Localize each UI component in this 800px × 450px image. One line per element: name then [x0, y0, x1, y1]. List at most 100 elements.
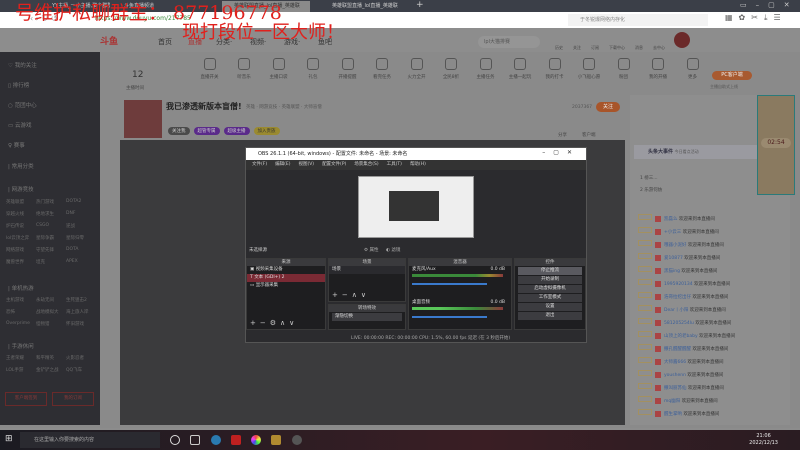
- source-item[interactable]: ▣ 视频采集设备: [247, 266, 325, 274]
- game-category-link[interactable]: 守望先锋: [36, 247, 66, 253]
- badge[interactable]: 超管专属: [193, 127, 220, 135]
- game-category-link[interactable]: QQ飞车: [66, 367, 96, 373]
- browser-search-input[interactable]: 于冬锐爆网络内存化: [568, 14, 708, 26]
- sidebar-item-cloud-game[interactable]: ▭ 云游戏: [8, 121, 31, 129]
- game-category-link[interactable]: 生死狙击2: [66, 297, 96, 303]
- windows-start-icon[interactable]: ⊞: [5, 434, 13, 444]
- stop-streaming-button[interactable]: 停止推流: [518, 267, 582, 275]
- game-category-link[interactable]: 绝地求生: [36, 211, 66, 217]
- user-avatar[interactable]: [674, 32, 690, 48]
- client-link[interactable]: 客户端: [582, 132, 596, 138]
- download-link[interactable]: 下载中心: [609, 45, 625, 51]
- properties-button[interactable]: ⚙ 属性: [364, 247, 378, 253]
- chat-username[interactable]: 黑猫ing: [664, 269, 680, 274]
- follow-link[interactable]: 关注: [573, 45, 581, 51]
- menu-file[interactable]: 文件(F): [252, 162, 267, 167]
- game-category-link[interactable]: 怀旧游戏: [66, 321, 96, 327]
- chat-username[interactable]: Dear丨小阳: [664, 308, 688, 313]
- virtual-camera-button[interactable]: 启动虚拟摄像机: [518, 285, 582, 293]
- settings-button[interactable]: 设置: [518, 303, 582, 311]
- sidebar-item-fans[interactable]: ○ 范团中心: [8, 101, 37, 109]
- menu-scene-collection[interactable]: 场景集合(S): [354, 162, 378, 167]
- transition-select[interactable]: 渐隐切换: [332, 313, 402, 321]
- window-controls[interactable]: ▭–▢✕: [740, 1, 799, 9]
- menu-help[interactable]: 帮助(H): [410, 162, 426, 167]
- obs-preview[interactable]: [358, 176, 474, 238]
- game-category-link[interactable]: CSGO: [36, 223, 66, 229]
- chat-username[interactable]: 1995920134: [664, 282, 693, 287]
- game-category-link[interactable]: 坦克: [36, 259, 66, 265]
- start-recording-button[interactable]: 开始录制: [518, 276, 582, 284]
- game-category-link[interactable]: 火影忍者: [66, 355, 96, 361]
- nav-home[interactable]: 首页: [158, 37, 172, 47]
- message-link[interactable]: 消息: [635, 45, 643, 51]
- badge[interactable]: 关注我: [168, 127, 190, 135]
- volume-slider[interactable]: [412, 283, 487, 285]
- studio-mode-button[interactable]: 工作室模式: [518, 294, 582, 302]
- game-category-link[interactable]: 魔兽世界: [6, 259, 36, 265]
- app-icon[interactable]: [211, 435, 221, 445]
- new-tab-icon[interactable]: +: [416, 0, 424, 10]
- chat-username[interactable]: youshenn: [664, 373, 686, 378]
- app-icon[interactable]: [271, 435, 281, 445]
- game-category-link[interactable]: LOL手游: [6, 367, 36, 373]
- chat-username[interactable]: 哦器小泥好: [664, 243, 687, 248]
- game-category-link[interactable]: DOTA2: [66, 199, 96, 205]
- badge[interactable]: 加入贵族: [253, 127, 280, 135]
- game-category-link[interactable]: DOTA: [66, 247, 96, 253]
- share-link[interactable]: 分享: [558, 132, 567, 138]
- game-category-link[interactable]: 金铲铲之战: [36, 367, 66, 373]
- chat-username[interactable]: +小云三: [664, 230, 681, 235]
- chrome-icon[interactable]: [251, 435, 261, 445]
- chat-username[interactable]: 浩哥拉挖出仔: [664, 295, 691, 300]
- menu-edit[interactable]: 编辑(E): [275, 162, 290, 167]
- game-category-link[interactable]: DNF: [66, 211, 96, 217]
- chat-username[interactable]: 醒生掌哟: [664, 412, 682, 417]
- chat-username[interactable]: 撒叫丽苏仙: [664, 386, 687, 391]
- chat-username[interactable]: 凯磊么: [664, 217, 678, 222]
- header-icons[interactable]: 历史 关注 订阅 下载中心 消息 去中心: [555, 45, 665, 51]
- browser-tab[interactable]: 英雄联盟直播_lol直播_英雄联: [320, 1, 408, 12]
- streamer-avatar[interactable]: [124, 100, 162, 138]
- obs-window-controls[interactable]: –▢✕: [542, 149, 580, 156]
- game-category-link[interactable]: Overprime: [6, 321, 36, 327]
- subscription-button[interactable]: 我的订阅: [52, 392, 94, 406]
- source-item-selected[interactable]: T 文本 (GDI+) 2: [247, 274, 325, 282]
- game-category-link[interactable]: 主机游戏: [6, 297, 36, 303]
- badge[interactable]: 超级主播: [223, 127, 250, 135]
- game-category-link[interactable]: lol云顶之弈: [6, 235, 36, 241]
- game-category-link[interactable]: 恐怖: [6, 309, 36, 315]
- chat-username[interactable]: 山顶上的老baby: [664, 334, 698, 339]
- app-icon[interactable]: [231, 435, 241, 445]
- chat-username[interactable]: mq幽阳: [664, 399, 680, 404]
- game-category-link[interactable]: 英雄联盟: [6, 199, 36, 205]
- chat-username[interactable]: 撒孔醒醒醒醒: [664, 347, 691, 352]
- menu-profile[interactable]: 配置文件(P): [322, 162, 346, 167]
- scene-toolbar[interactable]: +−∧∨: [332, 291, 370, 299]
- source-toolbar[interactable]: +−⚙∧∨: [250, 319, 298, 327]
- source-item[interactable]: ▭ 显示器采集: [247, 282, 325, 290]
- game-category-link[interactable]: 永劫无间: [36, 297, 66, 303]
- task-view-icon[interactable]: [190, 435, 200, 445]
- game-category-link[interactable]: 星际归零: [66, 235, 96, 241]
- chat-username[interactable]: 大师酱666: [664, 360, 686, 365]
- promo-widget[interactable]: 02:54: [757, 95, 795, 195]
- game-category-link[interactable]: 怪物猎: [36, 321, 66, 327]
- exit-button[interactable]: 退出: [518, 312, 582, 320]
- game-category-link[interactable]: 星际争霸: [36, 235, 66, 241]
- chat-username[interactable]: 581205254lu: [664, 321, 694, 326]
- toolbar-icons[interactable]: ▦✿✂⤓☰: [725, 13, 787, 23]
- event-banner[interactable]: 头条大事件 今日看点活动: [634, 145, 774, 159]
- scene-item[interactable]: 场景: [329, 266, 405, 274]
- center-link[interactable]: 去中心: [653, 45, 665, 51]
- game-category-link[interactable]: 战地模拟大: [36, 309, 66, 315]
- obs-taskbar-icon[interactable]: [292, 435, 302, 445]
- feature-icon-button[interactable]: 更多: [673, 58, 713, 80]
- cortana-icon[interactable]: [170, 435, 180, 445]
- game-category-link[interactable]: 逆战: [66, 223, 96, 229]
- taskbar-search-input[interactable]: 在这里输入你要搜索的内容: [20, 432, 160, 448]
- chat-username[interactable]: 爱10877: [664, 256, 683, 261]
- subscribe-link[interactable]: 订阅: [591, 45, 599, 51]
- game-category-link[interactable]: 王者荣耀: [6, 355, 36, 361]
- history-link[interactable]: 历史: [555, 45, 563, 51]
